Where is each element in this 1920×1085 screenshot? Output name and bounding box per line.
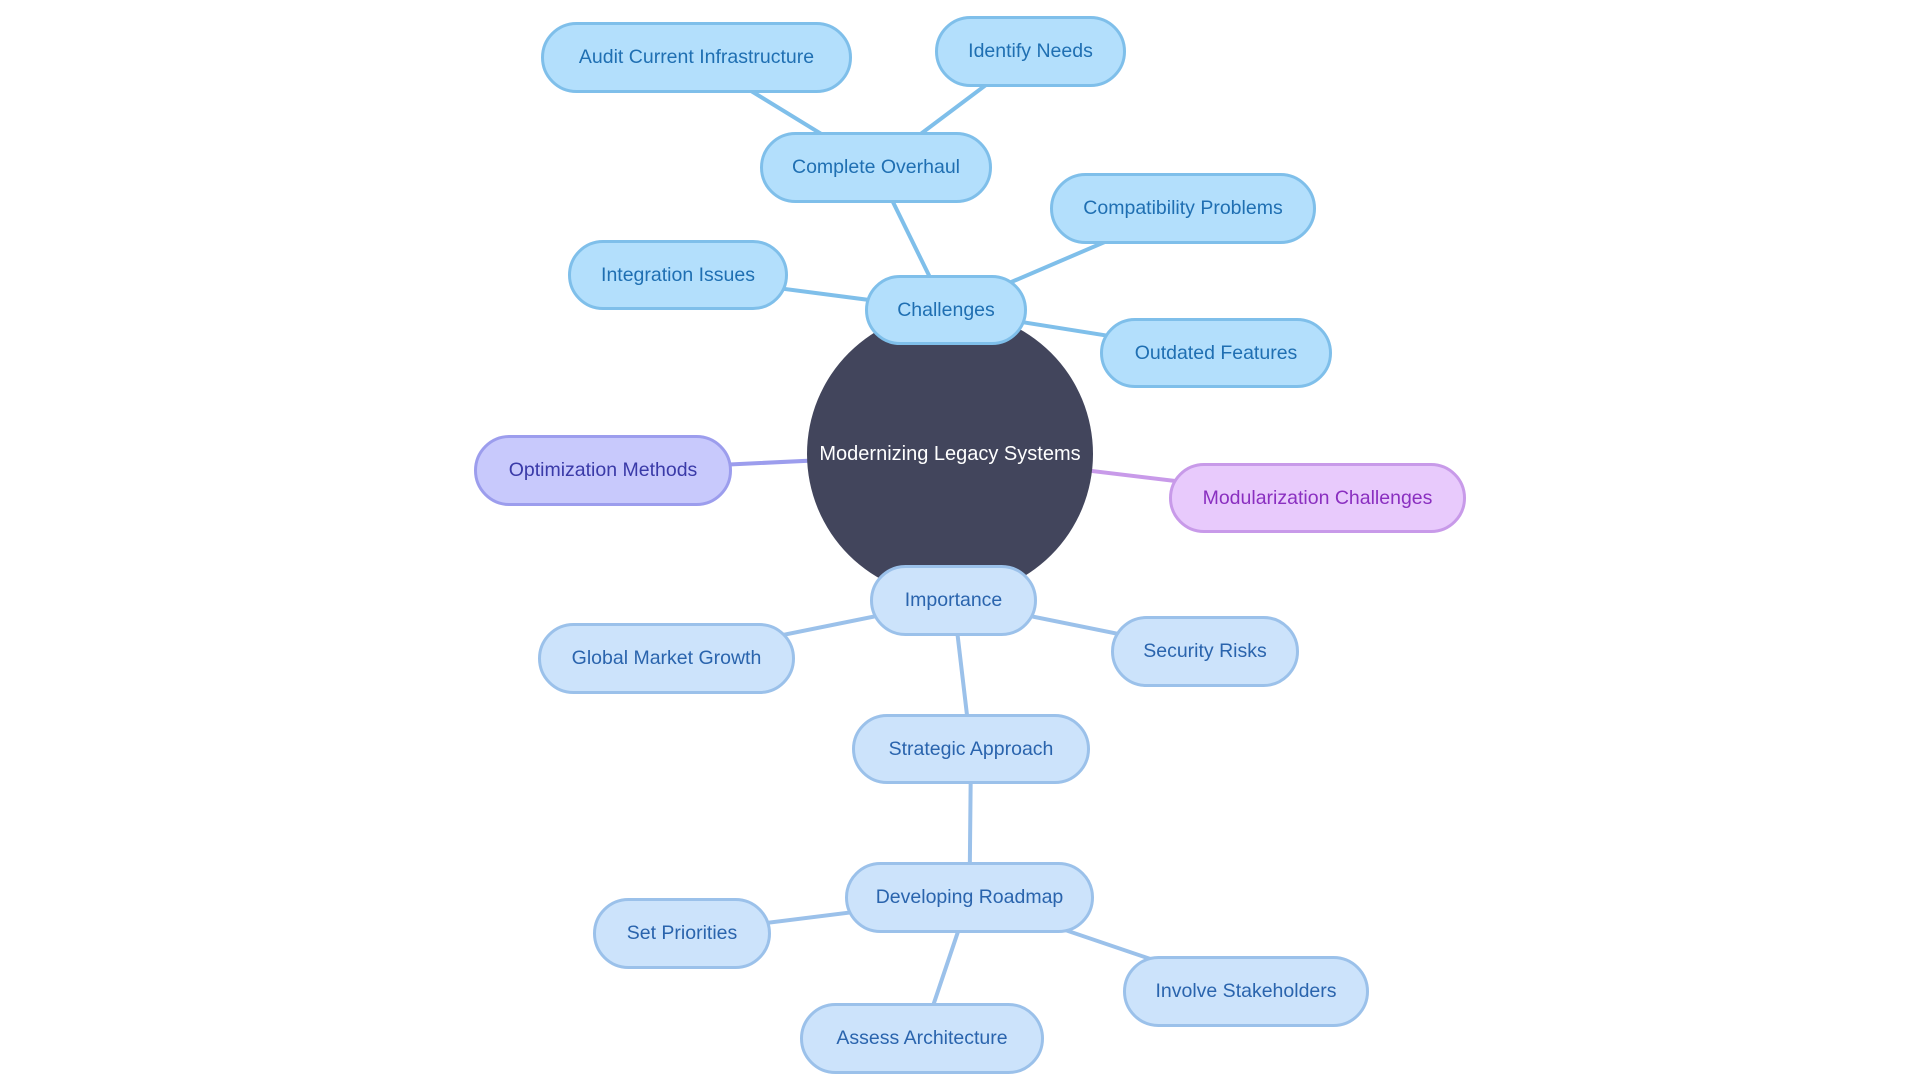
mindmap-canvas: Modernizing Legacy Systems Challenges Com… <box>0 0 1920 1080</box>
root-node-label: Modernizing Legacy Systems <box>819 442 1081 465</box>
node-label: Challenges <box>897 298 995 321</box>
node-compatibility[interactable]: Compatibility Problems <box>1050 173 1316 244</box>
node-label: Strategic Approach <box>888 737 1054 760</box>
node-label: Global Market Growth <box>571 647 762 669</box>
node-label: Integration Issues <box>601 263 755 286</box>
node-label: Assess Architecture <box>836 1027 1008 1049</box>
node-importance[interactable]: Importance <box>870 565 1037 636</box>
node-strategic[interactable]: Strategic Approach <box>852 714 1090 784</box>
node-label: Security Risks <box>1143 640 1267 662</box>
node-optimization[interactable]: Optimization Methods <box>474 435 732 506</box>
node-label: Involve Stakeholders <box>1155 980 1337 1002</box>
node-challenges[interactable]: Challenges <box>865 275 1027 345</box>
node-assess[interactable]: Assess Architecture <box>800 1003 1044 1074</box>
node-label: Identify Needs <box>968 40 1093 62</box>
node-identify-needs[interactable]: Identify Needs <box>935 16 1126 87</box>
node-stakeholders[interactable]: Involve Stakeholders <box>1123 956 1369 1027</box>
node-label: Outdated Features <box>1134 341 1298 364</box>
node-global-market[interactable]: Global Market Growth <box>538 623 795 694</box>
node-label: Audit Current Infrastructure <box>578 46 815 68</box>
node-audit[interactable]: Audit Current Infrastructure <box>541 22 852 93</box>
node-label: Optimization Methods <box>508 459 698 481</box>
node-security[interactable]: Security Risks <box>1111 616 1299 687</box>
node-integration[interactable]: Integration Issues <box>568 240 788 310</box>
node-roadmap[interactable]: Developing Roadmap <box>845 862 1094 933</box>
node-modularization[interactable]: Modularization Challenges <box>1169 463 1466 533</box>
node-label: Compatibility Problems <box>1083 197 1283 219</box>
node-label: Developing Roadmap <box>875 886 1064 908</box>
node-outdated[interactable]: Outdated Features <box>1100 318 1332 388</box>
node-complete-overhaul[interactable]: Complete Overhaul <box>760 132 992 203</box>
node-label: Importance <box>904 589 1003 611</box>
node-label: Set Priorities <box>626 922 738 944</box>
node-label: Complete Overhaul <box>792 156 960 178</box>
node-set-priorities[interactable]: Set Priorities <box>593 898 771 969</box>
root-node[interactable]: Modernizing Legacy Systems <box>807 311 1093 597</box>
node-label: Modularization Challenges <box>1202 486 1433 509</box>
